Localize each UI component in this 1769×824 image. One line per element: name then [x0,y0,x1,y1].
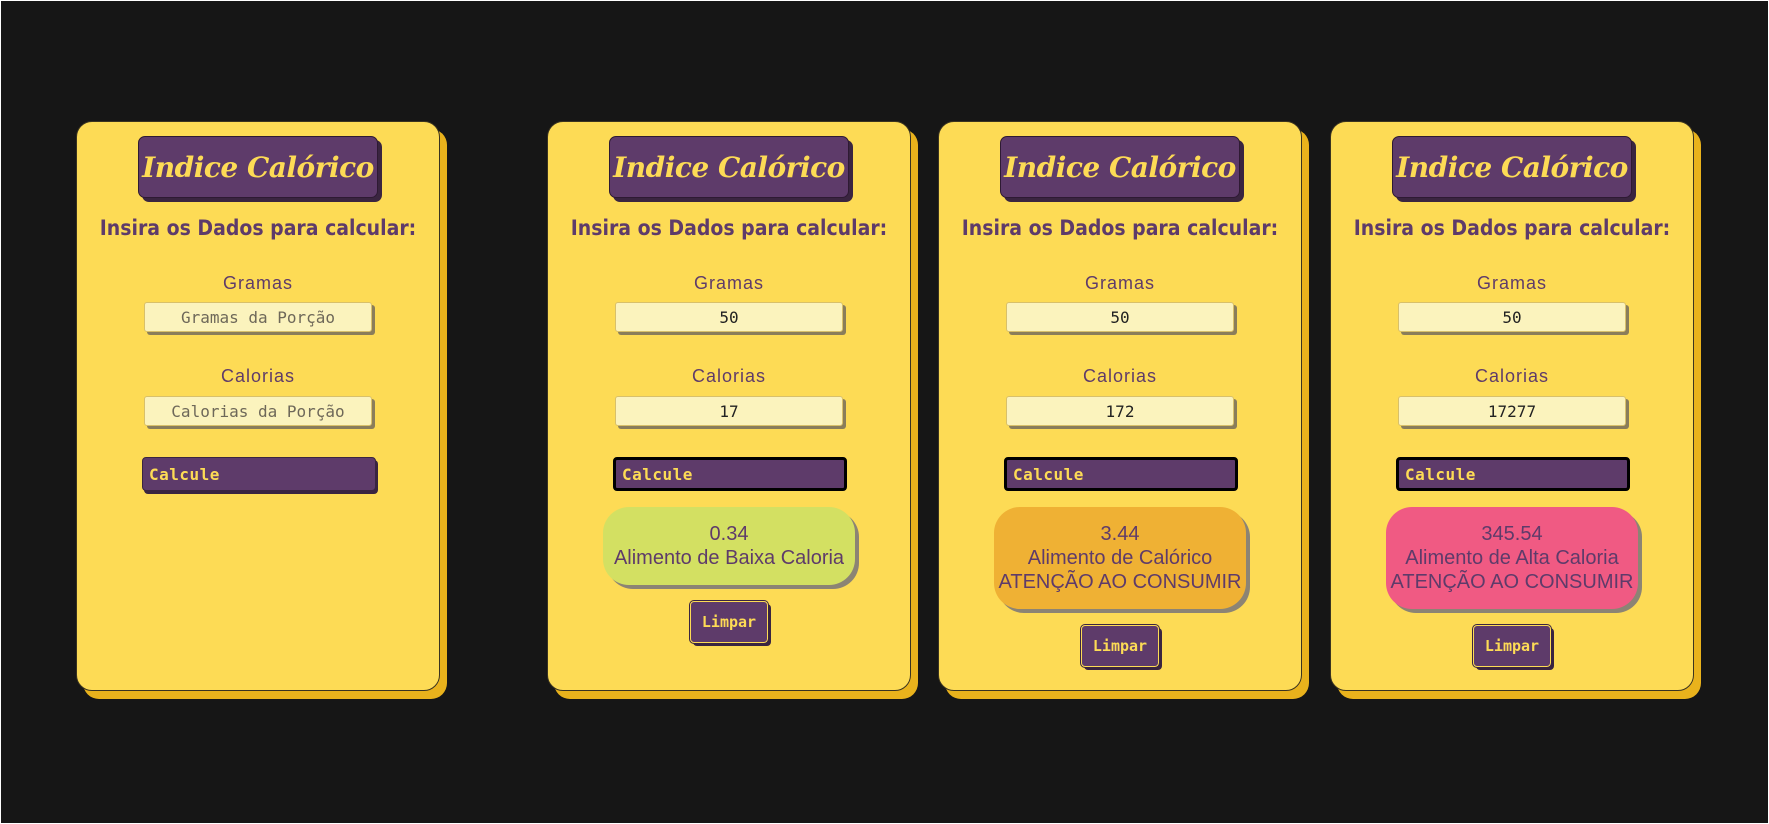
result-message: Alimento de Baixa Caloria [613,547,845,569]
card-title: Indice Calórico [142,150,374,184]
card-title: Indice Calórico [1004,150,1236,184]
card-title-box: Indice Calórico [609,136,849,198]
gramas-input[interactable] [1398,302,1626,332]
calorias-label: Calorias [1082,366,1158,386]
card-title-box: Indice Calórico [138,136,378,198]
calcule-button[interactable]: Calcule [613,457,847,491]
result-warning: ATENÇÃO AO CONSUMIR [998,571,1242,593]
result-message: Alimento de Alta Caloria [1405,547,1619,569]
calorias-label: Calorias [220,366,296,386]
result-value: 0.34 [709,523,749,545]
calorie-index-card-high: Indice Calórico Insira os Dados para cal… [1330,121,1694,691]
result-value: 3.44 [1100,523,1140,545]
gramas-label: Gramas [1476,273,1547,293]
result-box-high-calorie: 345.54 Alimento de Alta Caloria ATENÇÃO … [1386,507,1638,609]
card-title: Indice Calórico [613,150,845,184]
gramas-input[interactable] [615,302,843,332]
result-box-low-calorie: 0.34 Alimento de Baixa Caloria [603,507,855,585]
card-subtitle: Insira os Dados para calcular: [570,216,888,240]
calorias-input[interactable] [615,396,843,426]
calcule-button[interactable]: Calcule [1004,457,1238,491]
card-title: Indice Calórico [1396,150,1628,184]
gramas-label: Gramas [693,273,764,293]
calorie-index-card-mid: Indice Calórico Insira os Dados para cal… [938,121,1302,691]
calorias-input[interactable] [1398,396,1626,426]
card-subtitle: Insira os Dados para calcular: [961,216,1279,240]
result-warning: ATENÇÃO AO CONSUMIR [1390,571,1634,593]
gramas-input[interactable] [144,302,372,332]
card-title-box: Indice Calórico [1000,136,1240,198]
card-subtitle: Insira os Dados para calcular: [99,216,417,240]
result-box-mid-calorie: 3.44 Alimento de Calórico ATENÇÃO AO CON… [994,507,1246,609]
result-value: 345.54 [1481,523,1543,545]
gramas-label: Gramas [222,273,293,293]
page-background: Indice Calórico Insira os Dados para cal… [1,1,1768,823]
card-subtitle: Insira os Dados para calcular: [1353,216,1671,240]
calorias-input[interactable] [144,396,372,426]
limpar-button[interactable]: Limpar [689,600,769,644]
gramas-input[interactable] [1006,302,1234,332]
limpar-button[interactable]: Limpar [1472,624,1552,668]
calorias-label: Calorias [1474,366,1550,386]
calorias-input[interactable] [1006,396,1234,426]
result-message: Alimento de Calórico [1027,547,1213,569]
calcule-button[interactable]: Calcule [142,457,376,491]
card-title-box: Indice Calórico [1392,136,1632,198]
gramas-label: Gramas [1084,273,1155,293]
calorie-index-card-empty: Indice Calórico Insira os Dados para cal… [76,121,440,691]
calorie-index-card-low: Indice Calórico Insira os Dados para cal… [547,121,911,691]
calorias-label: Calorias [691,366,767,386]
calcule-button[interactable]: Calcule [1396,457,1630,491]
limpar-button[interactable]: Limpar [1080,624,1160,668]
